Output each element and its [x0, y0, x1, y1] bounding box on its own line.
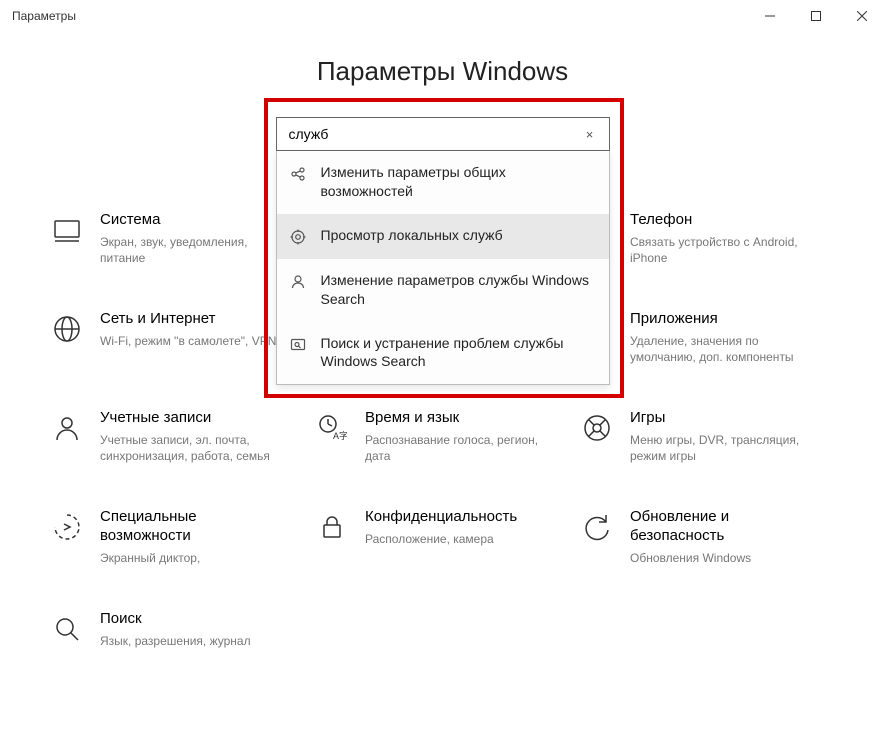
maximize-button[interactable] — [793, 0, 839, 32]
category-network[interactable]: Сеть и Интернет Wi-Fi, режим "в самолете… — [50, 310, 305, 365]
category-search[interactable]: Поиск Язык, разрешения, журнал — [50, 610, 305, 649]
category-title: Учетные записи — [100, 409, 280, 428]
user-icon — [289, 273, 307, 291]
find-icon — [289, 336, 307, 354]
suggestion-label: Поиск и устранение проблем службы Window… — [321, 334, 595, 372]
category-desc: Связать устройство с Android, iPhone — [630, 234, 810, 266]
category-desc: Меню игры, DVR, трансляция, режим игры — [630, 432, 810, 464]
category-desc: Удаление, значения по умолчанию, доп. ко… — [630, 333, 810, 365]
share-icon — [289, 165, 307, 183]
category-desc: Экран, звук, уведомления, питание — [100, 234, 280, 266]
window-title: Параметры — [12, 9, 76, 23]
clear-search-button[interactable]: × — [576, 117, 604, 151]
category-title: Время и язык — [365, 409, 545, 428]
category-system[interactable]: Система Экран, звук, уведомления, питани… — [50, 211, 305, 266]
category-title: Телефон — [630, 211, 810, 230]
gear-icon — [289, 228, 307, 246]
network-icon — [50, 312, 84, 346]
category-title: Игры — [630, 409, 810, 428]
category-time-language[interactable]: A字 Время и язык Распознавание голоса, ре… — [315, 409, 570, 464]
search-suggestions: Изменить параметры общих возможностей Пр… — [276, 151, 610, 385]
suggestion-label: Изменение параметров службы Windows Sear… — [321, 271, 595, 309]
search-container: × Изменить параметры общих возможностей — [276, 117, 610, 151]
suggestion-item[interactable]: Изменение параметров службы Windows Sear… — [277, 259, 609, 322]
suggestion-label: Изменить параметры общих возможностей — [321, 163, 595, 201]
category-phone[interactable]: Телефон Связать устройство с Android, iP… — [580, 211, 835, 266]
category-privacy[interactable]: Конфиденциальность Расположение, камера — [315, 508, 570, 566]
category-desc: Учетные записи, эл. почта, синхронизация… — [100, 432, 280, 464]
category-accounts[interactable]: Учетные записи Учетные записи, эл. почта… — [50, 409, 305, 464]
gaming-icon — [580, 411, 614, 445]
search-icon — [50, 612, 84, 646]
search-input[interactable] — [276, 117, 610, 151]
category-title: Приложения — [630, 310, 810, 329]
svg-text:A字: A字 — [333, 430, 347, 441]
time-language-icon: A字 — [315, 411, 349, 445]
category-title: Специальные возможности — [100, 508, 280, 546]
accounts-icon — [50, 411, 84, 445]
ease-of-access-icon — [50, 510, 84, 544]
category-title: Сеть и Интернет — [100, 310, 280, 329]
category-desc: Wi-Fi, режим "в самолете", VPN — [100, 333, 280, 349]
category-apps[interactable]: Приложения Удаление, значения по умолчан… — [580, 310, 835, 365]
category-update-security[interactable]: Обновление и безопасность Обновления Win… — [580, 508, 835, 566]
titlebar: Параметры — [0, 0, 885, 32]
system-icon — [50, 213, 84, 247]
page-title: Параметры Windows — [0, 56, 885, 87]
privacy-icon — [315, 510, 349, 544]
close-button[interactable] — [839, 0, 885, 32]
suggestion-item[interactable]: Поиск и устранение проблем службы Window… — [277, 322, 609, 385]
category-desc: Экранный диктор, — [100, 550, 280, 566]
suggestion-item[interactable]: Просмотр локальных служб — [277, 214, 609, 259]
category-ease-of-access[interactable]: Специальные возможности Экранный диктор, — [50, 508, 305, 566]
category-title: Система — [100, 211, 280, 230]
category-desc: Обновления Windows — [630, 550, 810, 566]
update-icon — [580, 510, 614, 544]
minimize-button[interactable] — [747, 0, 793, 32]
category-title: Конфиденциальность — [365, 508, 545, 527]
category-gaming[interactable]: Игры Меню игры, DVR, трансляция, режим и… — [580, 409, 835, 464]
category-title: Обновление и безопасность — [630, 508, 810, 546]
suggestion-label: Просмотр локальных служб — [321, 226, 595, 245]
category-title: Поиск — [100, 610, 280, 629]
suggestion-item[interactable]: Изменить параметры общих возможностей — [277, 151, 609, 214]
category-desc: Распознавание голоса, регион, дата — [365, 432, 545, 464]
category-desc: Расположение, камера — [365, 531, 545, 547]
category-desc: Язык, разрешения, журнал — [100, 633, 280, 649]
